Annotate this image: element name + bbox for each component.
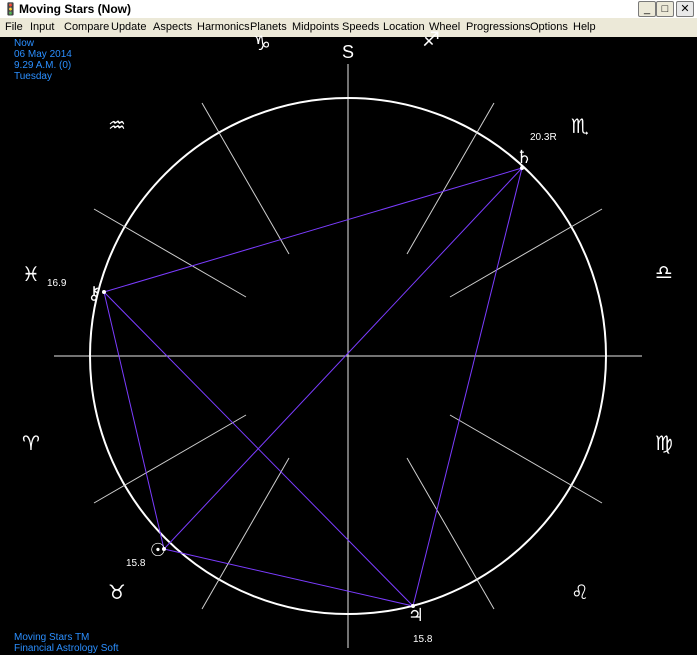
aspect-saturn-sun	[163, 167, 523, 550]
chiron-degree: 16.9	[47, 278, 67, 289]
aquarius-icon: ♒	[108, 113, 126, 137]
spoke-lower-right-steep	[406, 457, 495, 610]
spoke-upper-right-steep	[406, 102, 495, 255]
libra-icon: ♎	[655, 260, 673, 284]
spoke-right-lower-shallow	[449, 414, 603, 504]
leo-icon: ♌	[571, 580, 589, 604]
sun-icon: ☉	[150, 540, 166, 561]
aries-icon: ♈	[22, 431, 40, 455]
aspect-chiron-sun	[103, 291, 165, 550]
aspect-saturn-chiron	[103, 167, 523, 293]
spoke-left-upper-shallow	[93, 208, 247, 298]
aspect-saturn-jupiter	[412, 167, 523, 607]
pisces-icon: ♓	[22, 262, 40, 286]
taurus-icon: ♉	[108, 580, 126, 604]
planet-degrees: 20.3R 16.9 15.8 15.8	[47, 132, 557, 645]
sagittarius-icon: ♐	[422, 27, 440, 51]
sun-degree: 15.8	[126, 558, 146, 569]
spoke-right-upper-shallow	[449, 208, 603, 298]
south-label: S	[342, 42, 354, 62]
aspect-sun-jupiter	[163, 548, 414, 607]
scorpio-icon: ♏	[571, 114, 589, 138]
spoke-upper-left-steep	[201, 102, 290, 255]
saturn-degree: 20.3R	[530, 132, 557, 143]
astro-wheel: S ♑ ♐ ♒ ♏ ♓ ♎ ♈ ♍ ♉ ♌ ♄ ⚷ ☉ ♃ 20.3R 16.9…	[22, 27, 673, 648]
info-weekday: Tuesday	[14, 71, 52, 82]
jupiter-icon: ♃	[408, 605, 424, 626]
jupiter-degree: 15.8	[413, 634, 433, 645]
footer-subtitle: Financial Astrology Soft	[14, 643, 119, 654]
spoke-lower-left-steep	[201, 457, 290, 610]
chiron-marker	[102, 290, 106, 294]
capricorn-icon: ♑	[253, 31, 271, 55]
chiron-icon: ⚷	[87, 283, 100, 304]
planet-glyphs: ♄ ⚷ ☉ ♃	[87, 147, 532, 626]
saturn-icon: ♄	[516, 147, 532, 168]
spoke-left-lower-shallow	[93, 414, 247, 504]
virgo-icon: ♍	[655, 431, 673, 455]
